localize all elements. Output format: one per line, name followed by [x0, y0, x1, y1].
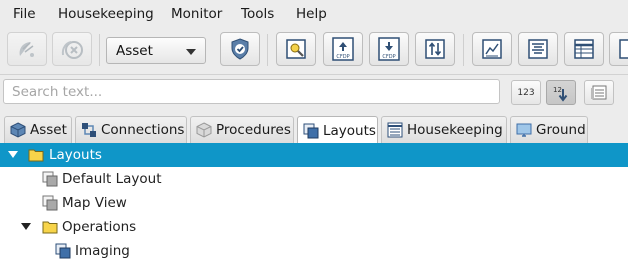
toolbar: Asset CFDP CFDP: [0, 28, 628, 75]
cfdp-upload-button[interactable]: CFDP: [323, 32, 363, 66]
procedure-box-icon: [196, 122, 212, 138]
search-row: 123 12: [0, 75, 628, 112]
table-sheet-icon: [574, 39, 594, 59]
image-search-icon: [286, 39, 306, 59]
asset-combo-value: Asset: [116, 43, 153, 59]
toolbar-separator: [267, 34, 268, 66]
svg-text:CFDP: CFDP: [336, 54, 349, 60]
satellite-dish-icon: [19, 42, 34, 57]
menu-bar: File Housekeeping Monitor Tools Help: [0, 0, 628, 28]
tree-label: Layouts: [49, 147, 102, 163]
menu-housekeeping[interactable]: Housekeeping: [58, 6, 154, 22]
tab-housekeeping[interactable]: Housekeeping: [381, 116, 507, 143]
tree-label: Map View: [62, 195, 127, 211]
table-view-button[interactable]: [564, 32, 604, 66]
toolbar-separator: [463, 34, 464, 66]
folder-icon: [28, 149, 44, 162]
tree-label: Imaging: [75, 243, 130, 259]
shield-check-icon: [231, 38, 249, 60]
tab-procedures[interactable]: Procedures: [190, 116, 294, 143]
text-view-button[interactable]: [518, 32, 558, 66]
chart-button[interactable]: [472, 32, 512, 66]
tree-label: Default Layout: [62, 171, 162, 187]
transfer-button[interactable]: [415, 32, 455, 66]
numeric-sort-icon: 123: [517, 87, 535, 98]
numeric-sort-button[interactable]: 123: [511, 80, 541, 105]
tab-connections[interactable]: Connections: [75, 116, 187, 143]
tree-row-imaging[interactable]: Imaging: [0, 239, 628, 263]
tab-procedures-label: Procedures: [216, 122, 291, 138]
tree-row-operations[interactable]: Operations: [0, 215, 628, 239]
connections-icon: [81, 122, 97, 138]
monitor-icon: [516, 122, 532, 138]
menu-file[interactable]: File: [13, 6, 36, 22]
menu-tools[interactable]: Tools: [241, 6, 274, 22]
svg-text:CFDP: CFDP: [382, 54, 395, 60]
folder-icon: [42, 221, 58, 234]
tree-row-layouts[interactable]: Layouts: [0, 143, 628, 167]
expand-toggle-icon[interactable]: [21, 223, 31, 230]
list-view-button[interactable]: [584, 80, 614, 105]
validate-button[interactable]: [220, 32, 260, 66]
sort-descending-icon: 12: [553, 86, 568, 102]
tab-ground[interactable]: Ground: [510, 116, 588, 143]
connect-button[interactable]: [7, 32, 47, 66]
cfdp-upload-icon: CFDP: [332, 37, 354, 61]
text-document-icon: [528, 39, 548, 59]
tab-layouts[interactable]: Layouts: [297, 116, 378, 144]
layouts-icon: [303, 123, 319, 139]
tab-asset[interactable]: Asset: [4, 116, 72, 143]
search-input[interactable]: [3, 79, 500, 104]
cube-icon: [10, 122, 26, 138]
cfdp-download-button[interactable]: CFDP: [369, 32, 409, 66]
layout-icon: [42, 195, 58, 211]
tab-housekeeping-label: Housekeeping: [407, 122, 503, 138]
sort-descending-button[interactable]: 12: [546, 80, 576, 105]
menu-monitor[interactable]: Monitor: [171, 6, 222, 22]
list-view-icon: [591, 85, 607, 99]
transfer-arrows-icon: [425, 39, 445, 59]
layout-icon: [42, 171, 58, 187]
tree-row-default-layout[interactable]: Default Layout: [0, 167, 628, 191]
tab-layouts-label: Layouts: [323, 122, 376, 139]
cfdp-download-icon: CFDP: [378, 37, 400, 61]
tree-label: Operations: [62, 219, 137, 235]
layouts-tree: Layouts Default Layout Map View Operatio…: [0, 143, 628, 261]
tab-bar: Asset Connections Procedures Layouts Hou…: [0, 112, 628, 144]
globe-button[interactable]: [609, 32, 628, 66]
globe-icon: [619, 39, 628, 59]
chevron-down-icon: [186, 49, 196, 55]
tab-ground-label: Ground: [536, 122, 586, 138]
housekeeping-icon: [387, 122, 403, 138]
line-chart-icon: [482, 39, 502, 59]
toolbar-separator: [99, 34, 100, 66]
menu-help[interactable]: Help: [296, 6, 327, 22]
disconnect-button[interactable]: [52, 32, 92, 66]
asset-combo[interactable]: Asset: [106, 37, 206, 64]
sort-descending-label: 12: [553, 86, 562, 94]
tab-connections-label: Connections: [101, 122, 185, 138]
image-search-button[interactable]: [276, 32, 316, 66]
tab-asset-label: Asset: [30, 122, 67, 138]
expand-toggle-icon[interactable]: [8, 151, 18, 158]
cancel-connection-icon: [61, 41, 83, 59]
tree-row-map-view[interactable]: Map View: [0, 191, 628, 215]
layout-blue-icon: [55, 243, 71, 259]
